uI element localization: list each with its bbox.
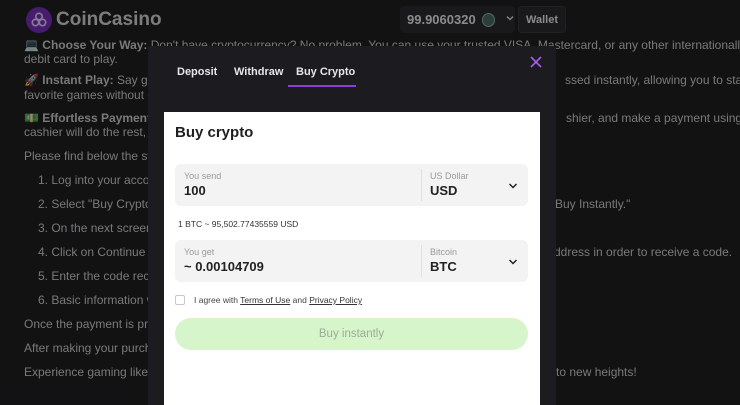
chevron-down-icon[interactable] xyxy=(508,178,518,189)
privacy-policy-link[interactable]: Privacy Policy xyxy=(309,295,362,305)
cashier-modal: Deposit Withdraw Buy Crypto Buy crypto Y… xyxy=(148,46,556,405)
get-amount: ~ 0.00104709 xyxy=(184,259,264,274)
tab-deposit[interactable]: Deposit xyxy=(177,66,217,78)
field-divider xyxy=(421,169,422,201)
chevron-down-icon[interactable] xyxy=(508,254,518,265)
terms-checkbox[interactable] xyxy=(175,295,185,305)
send-currency-label: US Dollar xyxy=(430,171,469,181)
cashier-tabs: Deposit Withdraw Buy Crypto xyxy=(148,46,556,90)
tab-withdraw[interactable]: Withdraw xyxy=(234,66,283,78)
tab-buy-crypto[interactable]: Buy Crypto xyxy=(296,66,355,78)
get-currency-select[interactable]: BTC xyxy=(430,259,457,274)
get-label: You get xyxy=(184,247,215,257)
exchange-rate: 1 BTC ~ 95,502.77435559 USD xyxy=(178,219,299,229)
send-field: You send 100 US Dollar USD xyxy=(175,164,528,206)
agree-text: I agree with Terms of Use and Privacy Po… xyxy=(194,295,363,305)
close-icon[interactable] xyxy=(528,56,544,72)
send-currency-select[interactable]: USD xyxy=(430,183,457,198)
buy-instantly-button[interactable]: Buy instantly xyxy=(175,318,528,350)
panel-title: Buy crypto xyxy=(175,124,254,141)
active-tab-indicator xyxy=(288,85,356,87)
send-amount-input[interactable]: 100 xyxy=(184,183,206,198)
terms-agreement: I agree with Terms of Use and Privacy Po… xyxy=(175,294,362,306)
get-currency-label: Bitcoin xyxy=(430,247,458,257)
field-divider xyxy=(421,245,422,277)
get-field: You get ~ 0.00104709 Bitcoin BTC xyxy=(175,240,528,282)
send-label: You send xyxy=(184,171,222,181)
buy-crypto-panel: Buy crypto You send 100 US Dollar USD 1 … xyxy=(164,112,540,405)
terms-of-use-link[interactable]: Terms of Use xyxy=(240,295,290,305)
